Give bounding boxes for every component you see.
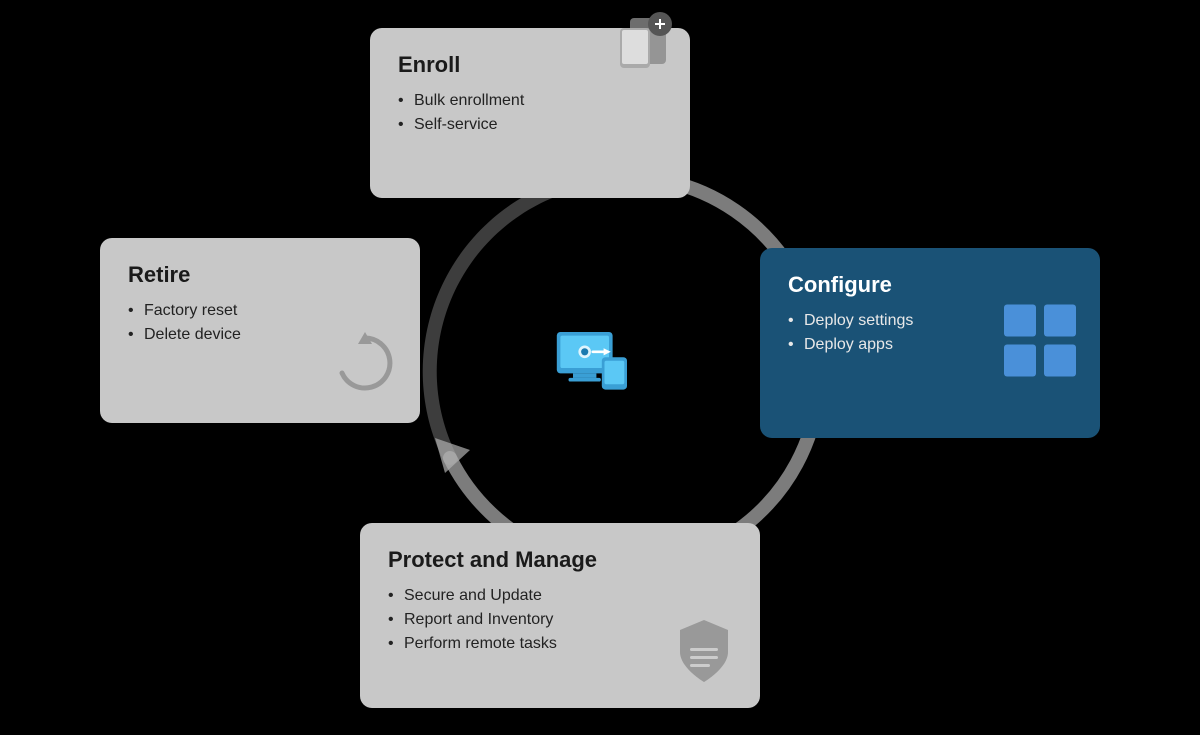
- configure-item-1: Deploy settings: [788, 312, 1072, 330]
- retire-list: Factory reset Delete device: [128, 302, 392, 344]
- center-icon: [555, 323, 645, 413]
- protect-title: Protect and Manage: [388, 547, 732, 573]
- protect-list: Secure and Update Report and Inventory P…: [388, 587, 732, 653]
- retire-title: Retire: [128, 262, 392, 288]
- enroll-item-1: Bulk enrollment: [398, 92, 662, 110]
- configure-title: Configure: [788, 272, 1072, 298]
- enroll-item-2: Self-service: [398, 116, 662, 134]
- configure-item-2: Deploy apps: [788, 336, 1072, 354]
- protect-card: Protect and Manage Secure and Update Rep…: [360, 523, 760, 708]
- protect-item-3: Perform remote tasks: [388, 635, 732, 653]
- retire-item-1: Factory reset: [128, 302, 392, 320]
- enroll-list: Bulk enrollment Self-service: [398, 92, 662, 134]
- retire-card: Retire Factory reset Delete device: [100, 238, 420, 423]
- retire-item-2: Delete device: [128, 326, 392, 344]
- protect-item-2: Report and Inventory: [388, 611, 732, 629]
- lifecycle-diagram: Enroll Bulk enrollment Self-service Conf…: [100, 28, 1100, 708]
- enroll-card: Enroll Bulk enrollment Self-service: [370, 28, 690, 198]
- enroll-icon: [612, 10, 680, 83]
- configure-card: Configure Deploy settings Deploy apps: [760, 248, 1100, 438]
- protect-item-1: Secure and Update: [388, 587, 732, 605]
